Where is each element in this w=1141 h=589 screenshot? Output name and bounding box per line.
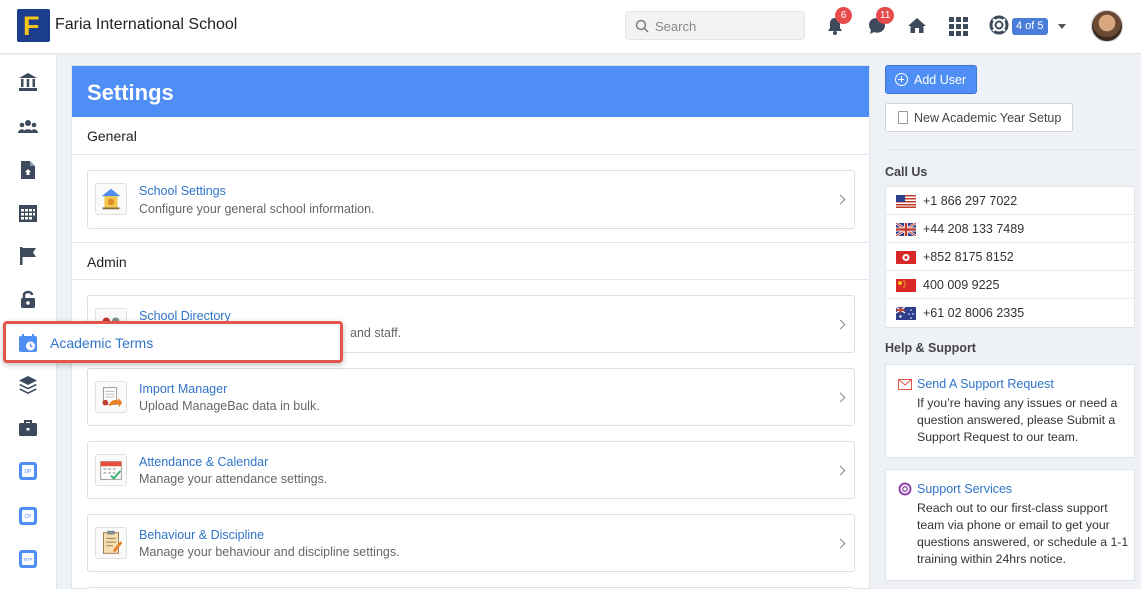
chevron-right-icon <box>835 392 846 403</box>
phone-row[interactable]: +44 208 133 7489 <box>886 215 1134 243</box>
item-title[interactable]: Attendance & Calendar <box>139 455 268 469</box>
support-request-text: If you’re having any issues or need a qu… <box>917 396 1118 444</box>
chevron-right-icon <box>835 538 846 549</box>
plus-circle-icon <box>895 73 908 86</box>
settings-item-school-settings[interactable]: School Settings Configure your general s… <box>87 170 855 229</box>
support-request-card[interactable]: Send A Support Request If you’re having … <box>885 364 1135 458</box>
page-title: Settings <box>72 66 869 117</box>
school-settings-icon <box>95 183 127 215</box>
phone-number[interactable]: +61 02 8006 2335 <box>923 306 1024 320</box>
top-bar: F Faria International School Search 6 11… <box>0 0 1141 54</box>
users-icon[interactable] <box>18 117 38 137</box>
support-request-link[interactable]: Send A Support Request <box>917 377 1054 391</box>
avatar[interactable] <box>1091 10 1123 42</box>
help-support-heading: Help & Support <box>885 341 976 355</box>
academic-terms-label[interactable]: Academic Terms <box>50 335 153 351</box>
settings-item-attendance-calendar[interactable]: Attendance & Calendar Manage your attend… <box>87 441 855 499</box>
home-icon <box>908 18 926 33</box>
behaviour-discipline-icon <box>95 527 127 559</box>
logo-letter: F <box>23 11 40 41</box>
phone-row[interactable]: 400 009 9225 <box>886 271 1134 299</box>
unlock-icon[interactable] <box>18 289 38 309</box>
chevron-down-icon[interactable] <box>1058 24 1066 29</box>
calendar-grid-icon[interactable] <box>18 203 38 223</box>
cn-flag-icon <box>896 279 916 292</box>
phone-number[interactable]: +44 208 133 7489 <box>923 222 1024 236</box>
item-description: Upload ManageBac data in bulk. <box>139 399 320 413</box>
us-flag-icon <box>896 195 916 208</box>
call-us-heading: Call Us <box>885 165 928 179</box>
search-icon <box>635 19 649 33</box>
clipboard-icon <box>898 111 908 124</box>
chevron-right-icon <box>835 194 846 205</box>
add-user-label: Add User <box>914 73 967 87</box>
settings-item-behaviour-discipline[interactable]: Behaviour & Discipline Manage your behav… <box>87 514 855 572</box>
school-name[interactable]: Faria International School <box>55 16 237 34</box>
phone-row[interactable]: +852 8175 8152 <box>886 243 1134 271</box>
lifebuoy-icon <box>989 15 1009 35</box>
phone-number[interactable]: 400 009 9225 <box>923 278 999 292</box>
svg-text:DP: DP <box>25 469 33 475</box>
support-menu-button[interactable] <box>989 15 1009 38</box>
academic-terms-icon <box>19 334 37 352</box>
add-user-button[interactable]: Add User <box>885 65 977 94</box>
phone-row[interactable]: +61 02 8006 2335 <box>886 299 1134 327</box>
support-services-text: Reach out to our first-class support tea… <box>917 501 1129 566</box>
settings-item-import-manager[interactable]: Import Manager Upload ManageBac data in … <box>87 368 855 426</box>
phone-row[interactable]: +1 866 297 7022 <box>886 187 1134 215</box>
item-title[interactable]: Import Manager <box>139 382 227 396</box>
svg-text:MYP: MYP <box>23 557 32 562</box>
home-button[interactable] <box>907 17 927 37</box>
svg-text:CP: CP <box>25 514 33 520</box>
new-academic-year-button[interactable]: New Academic Year Setup <box>885 103 1073 132</box>
divider <box>72 279 869 280</box>
au-flag-icon <box>896 307 916 320</box>
messages-badge: 11 <box>876 7 895 24</box>
file-icon[interactable] <box>18 160 38 180</box>
notifications-badge: 6 <box>835 7 852 24</box>
grid-icon <box>949 17 968 36</box>
divider <box>72 242 869 243</box>
item-title[interactable]: Behaviour & Discipline <box>139 528 264 542</box>
section-title-general: General <box>87 128 137 144</box>
cp-icon[interactable]: CP <box>18 506 38 526</box>
search-placeholder: Search <box>655 19 697 34</box>
new-academic-year-label: New Academic Year Setup <box>914 111 1062 125</box>
divider <box>885 149 1135 150</box>
lifebuoy-icon <box>898 482 912 496</box>
uk-flag-icon <box>896 223 916 236</box>
institution-icon[interactable] <box>18 72 38 92</box>
chevron-right-icon <box>835 465 846 476</box>
nav-item-academic-terms-highlight[interactable]: Academic Terms <box>3 321 343 363</box>
support-services-link[interactable]: Support Services <box>917 482 1012 496</box>
envelope-icon <box>898 379 912 390</box>
dp-icon[interactable]: DP <box>18 461 38 481</box>
myp-icon[interactable]: MYP <box>18 549 38 569</box>
phone-number[interactable]: +1 866 297 7022 <box>923 194 1017 208</box>
flag-icon[interactable] <box>18 246 38 266</box>
apps-button[interactable] <box>949 17 968 39</box>
pager-badge[interactable]: 4 of 5 <box>1012 18 1048 35</box>
support-services-card[interactable]: Support Services Reach out to our first-… <box>885 469 1135 581</box>
item-description: Manage your attendance settings. <box>139 472 328 486</box>
school-logo[interactable]: F <box>17 9 50 42</box>
item-description: Configure your general school informatio… <box>139 202 375 216</box>
item-description: and staff. <box>350 326 402 340</box>
briefcase-icon[interactable] <box>18 418 38 438</box>
import-manager-icon <box>95 381 127 413</box>
chevron-right-icon <box>835 319 846 330</box>
phone-list: +1 866 297 7022 +44 208 133 7489 +852 81… <box>885 186 1135 328</box>
hk-flag-icon <box>896 251 916 264</box>
attendance-calendar-icon <box>95 454 127 486</box>
layers-icon[interactable] <box>18 375 38 395</box>
phone-number[interactable]: +852 8175 8152 <box>923 250 1014 264</box>
divider <box>72 154 869 155</box>
item-title[interactable]: School Settings <box>139 184 226 198</box>
search-input[interactable]: Search <box>625 11 805 40</box>
item-description: Manage your behaviour and discipline set… <box>139 545 400 559</box>
section-title-admin: Admin <box>87 254 127 270</box>
